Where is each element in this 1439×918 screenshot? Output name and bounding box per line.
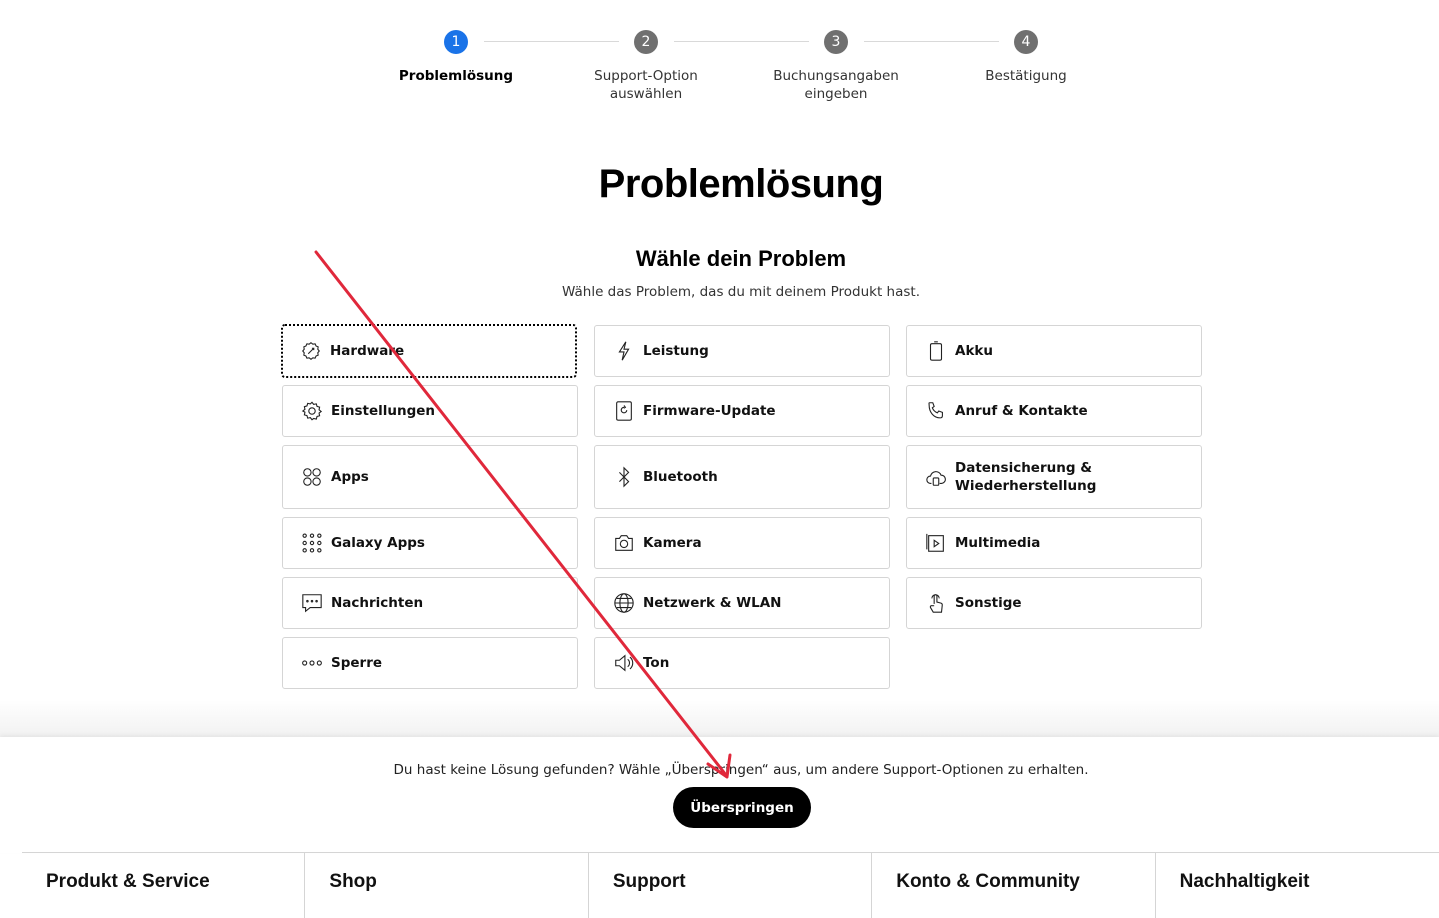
tile-label: Sonstige bbox=[955, 595, 1022, 611]
step-label: Support-Option auswählen bbox=[594, 68, 698, 102]
problem-sperre-button[interactable]: Sperre bbox=[282, 637, 578, 689]
step-2: 2 Support-Option auswählen bbox=[551, 30, 741, 103]
content-fade bbox=[0, 700, 1439, 738]
tile-label: Nachrichten bbox=[331, 595, 424, 611]
problem-apps-button[interactable]: Apps bbox=[282, 445, 578, 509]
tile-label: Ton bbox=[643, 655, 670, 671]
problem-nachrichten-button[interactable]: Nachrichten bbox=[282, 577, 578, 629]
footer-column[interactable]: Nachhaltigkeit bbox=[1156, 853, 1439, 918]
camera-icon bbox=[612, 531, 636, 555]
step-4: 4 Bestätigung bbox=[931, 30, 1121, 85]
tile-label: Netzwerk & WLAN bbox=[643, 595, 782, 611]
progress-stepper: 1 Problemlösung 2 Support-Option auswähl… bbox=[361, 30, 1121, 110]
firmware-update-icon bbox=[612, 399, 636, 423]
problem-firmware-update-button[interactable]: Firmware-Update bbox=[594, 385, 890, 437]
tile-label: Leistung bbox=[643, 343, 709, 359]
tile-label: Kamera bbox=[643, 535, 702, 551]
lightning-icon bbox=[612, 339, 636, 363]
problem-ton-button[interactable]: Ton bbox=[594, 637, 890, 689]
bluetooth-icon bbox=[612, 465, 636, 489]
footer-column[interactable]: Produkt & Service bbox=[22, 853, 306, 918]
tile-label: Akku bbox=[955, 343, 994, 359]
step-label: Problemlösung bbox=[398, 68, 514, 84]
multimedia-icon bbox=[924, 531, 948, 555]
section-title: Wähle dein Problem bbox=[635, 246, 847, 271]
tile-label: Sperre bbox=[331, 655, 383, 671]
skip-hint-text: Du hast keine Lösung gefunden? Wähle „Üb… bbox=[393, 762, 1089, 778]
tile-label: Datensicherung & Wiederherstellung bbox=[955, 460, 1097, 494]
problem-leistung-button[interactable]: Leistung bbox=[594, 325, 890, 377]
step-3: 3 Buchungsangaben eingeben bbox=[741, 30, 931, 103]
phone-icon bbox=[924, 399, 948, 423]
tile-label: Multimedia bbox=[955, 535, 1041, 551]
tile-label: Galaxy Apps bbox=[331, 535, 425, 551]
battery-icon bbox=[924, 339, 948, 363]
footer-heading[interactable]: Nachhaltigkeit bbox=[1180, 871, 1310, 892]
problem-akku-button[interactable]: Akku bbox=[906, 325, 1202, 377]
step-number: 3 bbox=[824, 30, 848, 54]
problem-kamera-button[interactable]: Kamera bbox=[594, 517, 890, 569]
step-label: Bestätigung bbox=[985, 68, 1067, 84]
message-icon bbox=[300, 591, 324, 615]
footer-heading[interactable]: Konto & Community bbox=[896, 871, 1080, 892]
problem-netzwerk-wlan-button[interactable]: Netzwerk & WLAN bbox=[594, 577, 890, 629]
cloud-backup-icon bbox=[924, 465, 948, 489]
lock-dots-icon bbox=[300, 651, 324, 675]
step-1: 1 Problemlösung bbox=[361, 30, 551, 85]
problem-bluetooth-button[interactable]: Bluetooth bbox=[594, 445, 890, 509]
problem-multimedia-button[interactable]: Multimedia bbox=[906, 517, 1202, 569]
speaker-icon bbox=[612, 651, 636, 675]
step-label: Buchungsangaben eingeben bbox=[773, 68, 899, 102]
section-subtitle: Wähle das Problem, das du mit deinem Pro… bbox=[562, 284, 920, 300]
footer-heading[interactable]: Support bbox=[613, 871, 686, 892]
skip-button[interactable]: Überspringen bbox=[673, 787, 811, 828]
problem-einstellungen-button[interactable]: Einstellungen bbox=[282, 385, 578, 437]
footer-nav: Produkt & Service Shop Support Konto & C… bbox=[22, 852, 1439, 918]
problem-galaxy-apps-button[interactable]: Galaxy Apps bbox=[282, 517, 578, 569]
step-number: 1 bbox=[444, 30, 468, 54]
footer-column[interactable]: Support bbox=[589, 853, 873, 918]
globe-icon bbox=[612, 591, 636, 615]
step-number: 4 bbox=[1014, 30, 1038, 54]
page-title: Problemlösung bbox=[598, 162, 884, 206]
galaxy-apps-icon bbox=[300, 531, 324, 555]
footer-column[interactable]: Konto & Community bbox=[872, 853, 1156, 918]
hardware-icon bbox=[299, 339, 323, 363]
footer-heading[interactable]: Shop bbox=[329, 871, 377, 892]
problem-datensicherung-button[interactable]: Datensicherung & Wiederherstellung bbox=[906, 445, 1202, 509]
tile-label: Hardware bbox=[330, 343, 405, 359]
problem-anruf-kontakte-button[interactable]: Anruf & Kontakte bbox=[906, 385, 1202, 437]
tile-label: Apps bbox=[331, 469, 369, 485]
problem-sonstige-button[interactable]: Sonstige bbox=[906, 577, 1202, 629]
footer-heading[interactable]: Produkt & Service bbox=[46, 871, 210, 892]
step-number: 2 bbox=[634, 30, 658, 54]
gear-icon bbox=[300, 399, 324, 423]
apps-icon bbox=[300, 465, 324, 489]
tile-label: Anruf & Kontakte bbox=[955, 403, 1088, 419]
touch-icon bbox=[924, 591, 948, 615]
footer-column[interactable]: Shop bbox=[305, 853, 589, 918]
tile-label: Einstellungen bbox=[331, 403, 436, 419]
problem-hardware-button[interactable]: Hardware bbox=[281, 324, 577, 378]
tile-label: Firmware-Update bbox=[643, 403, 776, 419]
tile-label: Bluetooth bbox=[643, 469, 718, 485]
